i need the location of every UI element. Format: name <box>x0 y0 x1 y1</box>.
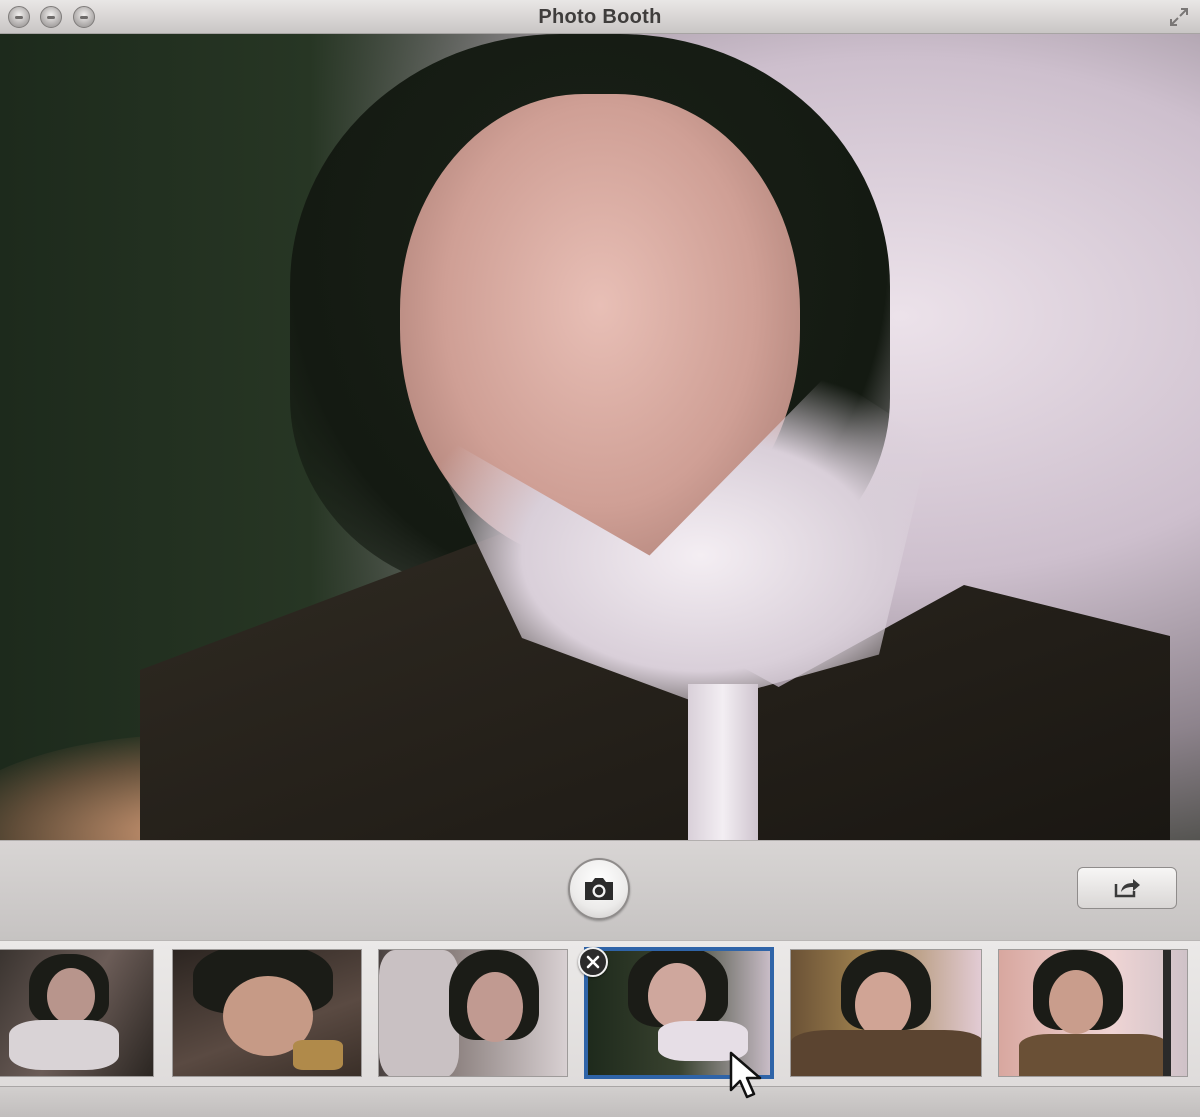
photo-preview <box>0 34 1200 840</box>
thumbnail-5[interactable] <box>790 949 982 1077</box>
share-button[interactable] <box>1077 867 1177 909</box>
preview-ribbon <box>688 684 758 840</box>
photo-booth-window: Photo Booth <box>0 0 1200 1117</box>
toolbar <box>0 840 1200 940</box>
fullscreen-icon[interactable] <box>1168 6 1190 28</box>
share-arrow-icon <box>1114 879 1140 898</box>
thumbnail-6[interactable] <box>998 949 1188 1077</box>
delete-photo-button[interactable] <box>578 947 608 977</box>
mouse-pointer-icon <box>729 1051 762 1099</box>
close-x-icon <box>586 955 600 969</box>
window-title: Photo Booth <box>538 6 662 28</box>
thumbnail-3[interactable] <box>378 949 568 1077</box>
thumbnail-1[interactable] <box>0 949 154 1077</box>
filmstrip-scrollbar[interactable] <box>0 1086 1200 1117</box>
camera-icon <box>585 878 613 900</box>
title-bar[interactable]: Photo Booth <box>0 0 1200 34</box>
take-photo-button[interactable] <box>568 858 630 920</box>
thumbnail-2[interactable] <box>172 949 362 1077</box>
